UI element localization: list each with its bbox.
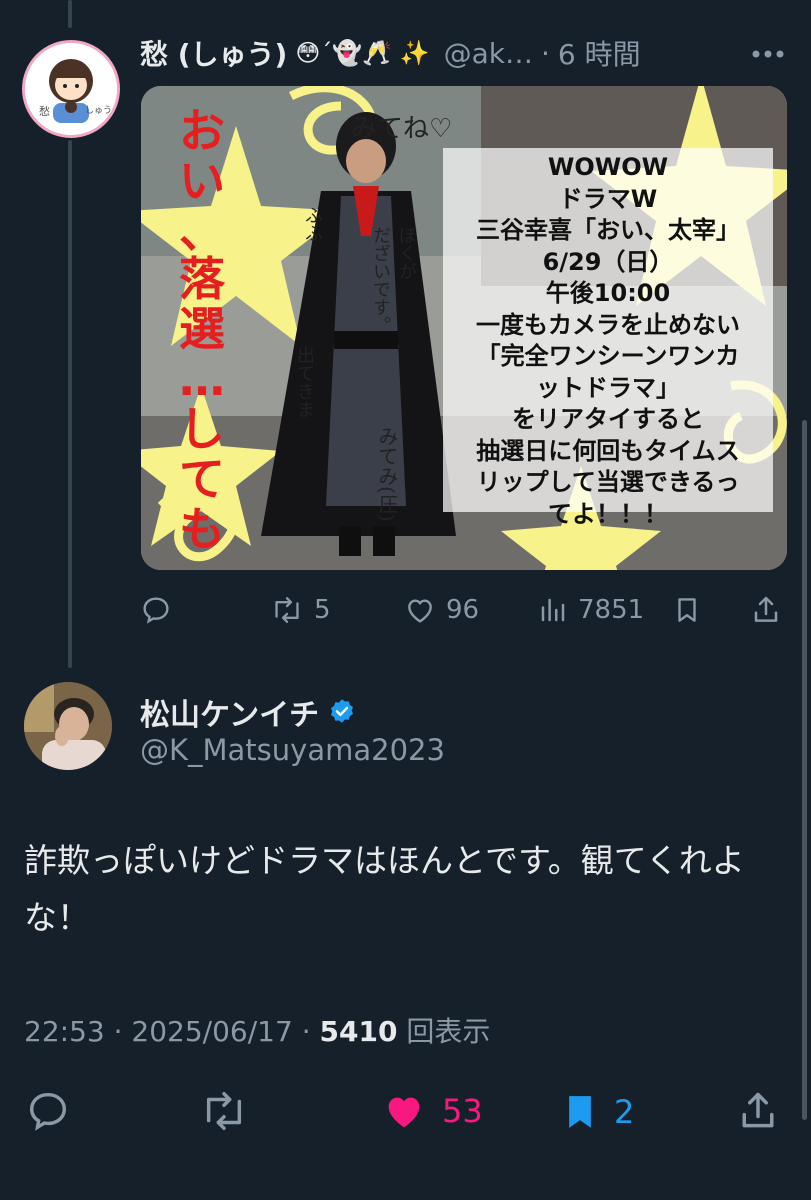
bookmark-icon: [678, 598, 696, 622]
parent-display-name[interactable]: 愁 (しゅう): [140, 33, 287, 73]
handwriting-bokuga: ぼくが: [396, 226, 417, 280]
thread-line-top: [68, 0, 72, 28]
views-icon: [541, 598, 565, 622]
parent-separator: ·: [541, 36, 550, 70]
retweet-icon: [275, 597, 299, 623]
main-retweet-button[interactable]: [198, 1088, 250, 1134]
main-avatar-photo: [24, 682, 112, 770]
promo-line: 一度もカメラを止めない: [476, 310, 740, 339]
promo-line: WOWOW: [547, 153, 669, 181]
main-avatar[interactable]: [24, 682, 112, 770]
tweet-views-label: 回表示: [406, 1015, 491, 1048]
main-header: 松山ケンイチ: [140, 690, 357, 734]
tweet-media-image[interactable]: お い 、 落 選 … し て も みてね♡ ぼくが だざいです。 ふふ 出てき…: [141, 86, 787, 570]
promo-text-box: WOWOW ドラマW 三谷幸喜「おい、太宰」 6/29（日） 午後10:00 一…: [443, 148, 773, 528]
parent-bookmark-button[interactable]: [672, 594, 702, 626]
tweet-time[interactable]: 22:53: [24, 1015, 105, 1048]
image-red-column-2: 落 選 … し て も: [179, 252, 225, 556]
main-like-count: 53: [442, 1092, 483, 1130]
promo-line: をリアタイすると: [512, 405, 704, 433]
parent-avatar-illustration: [25, 43, 117, 135]
main-reply-button[interactable]: [24, 1088, 72, 1134]
parent-retweet-count: 5: [314, 595, 331, 625]
parent-view-count: 7851: [578, 595, 645, 625]
parent-avatar[interactable]: 愁 しゅう: [22, 40, 120, 138]
parent-views-button[interactable]: 7851: [538, 594, 644, 626]
parent-retweet-button[interactable]: 5: [270, 594, 331, 626]
promo-line: 午後10:00: [545, 279, 671, 307]
image-red-column-1: お い 、: [179, 104, 225, 258]
main-like-button[interactable]: 53: [380, 1088, 483, 1134]
more-button[interactable]: [748, 36, 788, 72]
share-icon: [742, 1092, 774, 1128]
parent-like-count: 96: [446, 595, 480, 625]
scrollbar[interactable]: [802, 420, 807, 1120]
parent-time-ago[interactable]: 6 時間: [558, 33, 641, 73]
parent-share-button[interactable]: [750, 594, 782, 626]
handwriting-fufu: ふふ: [302, 206, 323, 242]
promo-line: 抽選日に何回もタイムス: [476, 436, 740, 465]
tweet-views-count: 5410: [319, 1015, 398, 1048]
main-tweet-meta: 22:53 · 2025/06/17 · 5410 回表示: [24, 1010, 490, 1050]
reply-icon: [29, 1092, 67, 1131]
handwriting-dazai: だざいです。: [370, 226, 391, 334]
handwriting-mitene: みてね♡: [351, 114, 453, 144]
tweet-date[interactable]: 2025/06/17: [131, 1015, 292, 1048]
more-icon: [752, 50, 784, 58]
main-tweet-text: 詐欺っぽいけどドラマはほんとです。観てくれよな！: [24, 841, 745, 937]
main-bookmark-count: 2: [614, 1093, 635, 1131]
main-share-button[interactable]: [736, 1088, 780, 1134]
reply-icon: [143, 597, 169, 624]
bookmark-icon: [569, 1096, 591, 1128]
promo-line: ットドラマ」: [536, 373, 680, 402]
verified-badge-icon: [331, 699, 354, 723]
share-icon: [754, 596, 778, 622]
parent-reply-button[interactable]: [140, 594, 182, 626]
meta-separator: ·: [113, 1015, 123, 1048]
parent-header: 愁 (しゅう) 😳´👻🥂 ✨ @ak… · 6 時間: [140, 32, 641, 74]
promo-line: てよ！！！: [548, 499, 668, 528]
thread-line-bottom: [68, 140, 72, 668]
parent-handle[interactable]: @ak…: [444, 37, 533, 70]
parent-like-button[interactable]: 96: [404, 594, 479, 626]
avatar-caption-left: 愁: [39, 105, 50, 118]
main-display-name[interactable]: 松山ケンイチ: [140, 690, 319, 734]
meta-separator: ·: [301, 1015, 311, 1048]
handwriting-detekima: 出てきま: [294, 346, 315, 418]
like-icon: [388, 1097, 420, 1128]
avatar-caption-right: しゅう: [85, 106, 113, 116]
promo-line: 6/29（日）: [542, 247, 674, 276]
main-handle[interactable]: @K_Matsuyama2023: [140, 733, 445, 767]
promo-line: 三谷幸喜「おい、太宰」: [476, 216, 740, 244]
like-icon: [408, 599, 432, 623]
parent-emoji-suffix: 😳´👻🥂 ✨: [295, 39, 430, 67]
promo-line: 「完全ワンシーンワンカ: [476, 342, 740, 370]
promo-line: ドラマW: [558, 184, 658, 213]
promo-line: リップして当選できるっ: [476, 468, 740, 496]
main-bookmark-button[interactable]: 2: [560, 1088, 634, 1136]
handwriting-temimi: みてみ(圧): [375, 426, 399, 522]
retweet-icon: [206, 1092, 242, 1130]
